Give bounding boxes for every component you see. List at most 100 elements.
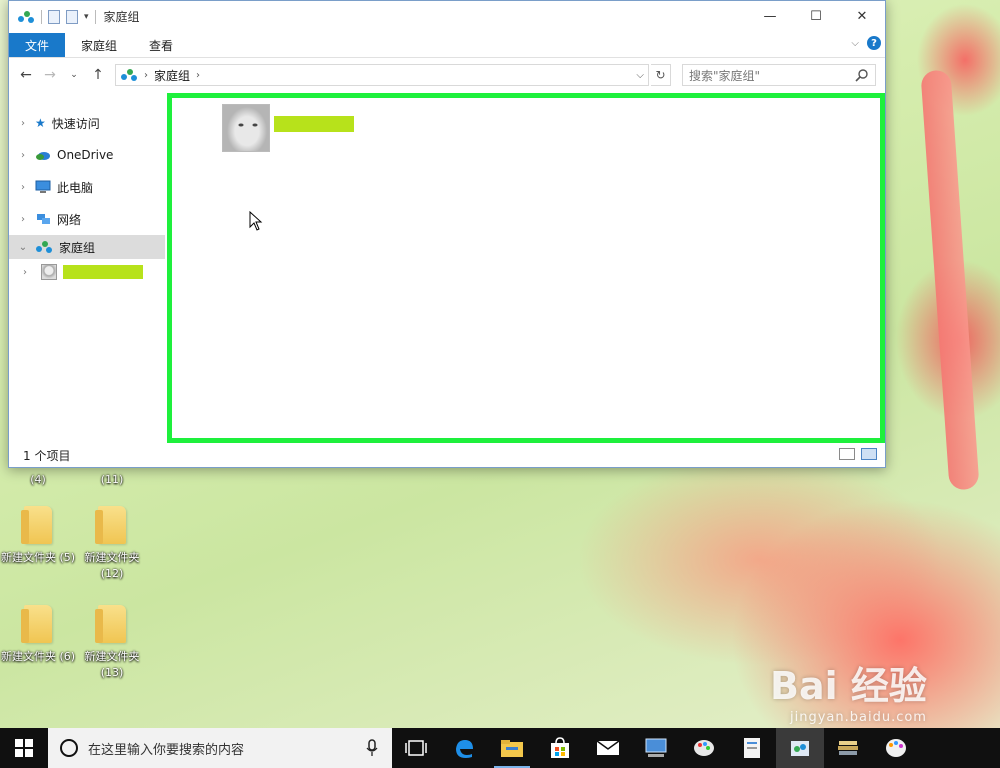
taskbar-search-placeholder: 在这里输入你要搜索的内容 [88, 742, 245, 758]
desktop-icon-folder-4[interactable]: (4) [0, 472, 76, 488]
new-folder-icon[interactable] [66, 9, 78, 24]
quick-access-toolbar: ▾ [9, 9, 96, 24]
desktop-icon-label: 新建文件夹 (12) [84, 551, 140, 580]
toolbar-separator [41, 9, 42, 24]
desktop-icon-folder-11[interactable]: (11) [74, 472, 150, 488]
homegroup-user-tile[interactable] [222, 104, 354, 152]
content-pane[interactable] [167, 93, 885, 443]
search-input[interactable]: 搜索"家庭组" [682, 64, 876, 86]
windows-logo-icon [15, 739, 33, 757]
redacted-user-name [63, 265, 143, 279]
navigation-pane: › ★ 快速访问 › OneDrive › 此电脑 › 网络 ⌄ 家庭组 › [9, 93, 165, 443]
document-viewer-icon[interactable] [728, 728, 776, 768]
status-bar: 1 个项目 [9, 443, 885, 467]
nav-label: 快速访问 [51, 116, 100, 131]
properties-icon[interactable] [48, 9, 60, 24]
details-view-icon[interactable] [839, 448, 855, 460]
desktop-icon-folder-6[interactable]: 新建文件夹 (6) [0, 605, 76, 665]
recent-locations-icon[interactable]: ⌄ [63, 64, 85, 86]
help-icon[interactable]: ? [867, 36, 881, 50]
mouse-cursor-icon [249, 211, 263, 231]
paint-palette-icon[interactable] [872, 728, 920, 768]
explorer-body: › ★ 快速访问 › OneDrive › 此电脑 › 网络 ⌄ 家庭组 › [9, 93, 885, 443]
homegroup-icon [18, 10, 34, 23]
view-switcher [839, 448, 877, 460]
nav-item-network[interactable]: › 网络 [9, 203, 165, 235]
cloud-icon [36, 152, 50, 160]
paint-app-icon[interactable] [680, 728, 728, 768]
expand-chevron-icon[interactable]: › [17, 214, 29, 225]
back-arrow-icon[interactable]: ← [15, 64, 37, 86]
address-row: ← → ⌄ ↑ › 家庭组 › ⌵ ↻ 搜索"家庭组" [9, 58, 885, 92]
start-button[interactable] [0, 728, 48, 768]
window-title: 家庭组 [103, 10, 140, 24]
search-icon [855, 69, 868, 82]
homegroup-control-panel-icon[interactable] [776, 728, 824, 768]
desktop-icon-label: 新建文件夹 (5) [0, 551, 76, 564]
explorer-window: ▾ 家庭组 — ☐ ✕ 文件 家庭组 查看 ⌵ ? ← → ⌄ ↑ › 家庭组 … [8, 0, 886, 468]
minimize-button[interactable]: — [747, 1, 793, 31]
user-avatar-icon [41, 264, 57, 280]
expand-chevron-icon[interactable]: › [17, 182, 29, 193]
address-bar[interactable]: › 家庭组 › ⌵ [115, 64, 649, 86]
edge-browser-icon[interactable] [440, 728, 488, 768]
forward-arrow-icon[interactable]: → [39, 64, 61, 86]
store-icon[interactable] [536, 728, 584, 768]
nav-label: OneDrive [57, 148, 114, 162]
cortana-icon [60, 739, 78, 757]
redacted-user-name [274, 116, 354, 132]
nav-item-this-pc[interactable]: › 此电脑 [9, 171, 165, 203]
desktop-icon-label: (11) [100, 473, 124, 486]
collapse-chevron-icon[interactable]: ⌄ [17, 242, 29, 253]
expand-chevron-icon[interactable]: › [17, 150, 29, 161]
breadcrumb-homegroup[interactable]: 家庭组 [154, 67, 190, 84]
nav-item-quick-access[interactable]: › ★ 快速访问 [9, 107, 165, 139]
homegroup-icon [36, 241, 52, 253]
expand-chevron-icon[interactable]: › [23, 267, 35, 278]
stacked-files-icon[interactable] [824, 728, 872, 768]
item-count: 1 个项目 [23, 448, 71, 463]
breadcrumb-chevron-icon[interactable]: › [196, 70, 200, 81]
maximize-button[interactable]: ☐ [793, 1, 839, 31]
baidu-watermark: Bai 经验 jingyan.baidu.com [770, 655, 927, 725]
computer-icon [35, 180, 51, 193]
large-icons-view-icon[interactable] [861, 448, 877, 460]
title-bar[interactable]: ▾ 家庭组 — ☐ ✕ [9, 1, 885, 32]
nav-label: 网络 [57, 212, 82, 227]
desktop-icon-label: (4) [30, 473, 46, 486]
nav-item-onedrive[interactable]: › OneDrive [9, 139, 165, 171]
microphone-icon[interactable] [366, 739, 378, 757]
nav-item-homegroup[interactable]: ⌄ 家庭组 [9, 235, 165, 259]
breadcrumb-chevron-icon[interactable]: › [144, 70, 148, 81]
taskbar-search-box[interactable]: 在这里输入你要搜索的内容 [48, 728, 392, 768]
close-button[interactable]: ✕ [839, 1, 885, 31]
homegroup-icon [121, 69, 137, 81]
task-view-icon[interactable] [392, 728, 440, 768]
desktop-icon-folder-13[interactable]: 新建文件夹 (13) [74, 605, 150, 681]
expand-chevron-icon[interactable]: › [17, 118, 29, 129]
tab-view[interactable]: 查看 [133, 33, 189, 57]
up-arrow-icon[interactable]: ↑ [87, 64, 109, 86]
desktop-icon-folder-5[interactable]: 新建文件夹 (5) [0, 506, 76, 566]
tab-file[interactable]: 文件 [9, 33, 66, 57]
folder-icon [95, 605, 126, 643]
tab-homegroup[interactable]: 家庭组 [65, 33, 133, 57]
chevron-down-icon[interactable]: ▾ [84, 12, 89, 22]
remote-desktop-icon[interactable] [632, 728, 680, 768]
toolbar-separator [94, 9, 96, 24]
network-icon [37, 214, 50, 224]
file-explorer-icon[interactable] [488, 728, 536, 768]
refresh-icon[interactable]: ↻ [651, 64, 671, 86]
folder-icon [21, 605, 52, 643]
nav-item-homegroup-user[interactable]: › [9, 259, 165, 285]
nav-label: 家庭组 [59, 240, 96, 255]
folder-icon [21, 506, 52, 544]
mail-icon[interactable] [584, 728, 632, 768]
ribbon-tabs: 文件 家庭组 查看 ⌵ ? [9, 32, 885, 58]
star-icon: ★ [35, 116, 46, 130]
folder-icon [95, 506, 126, 544]
window-controls: — ☐ ✕ [747, 1, 885, 31]
desktop-icon-folder-12[interactable]: 新建文件夹 (12) [74, 506, 150, 582]
address-dropdown-icon[interactable]: ⌵ [636, 70, 644, 81]
ribbon-expand-icon[interactable]: ⌵ [851, 38, 859, 49]
